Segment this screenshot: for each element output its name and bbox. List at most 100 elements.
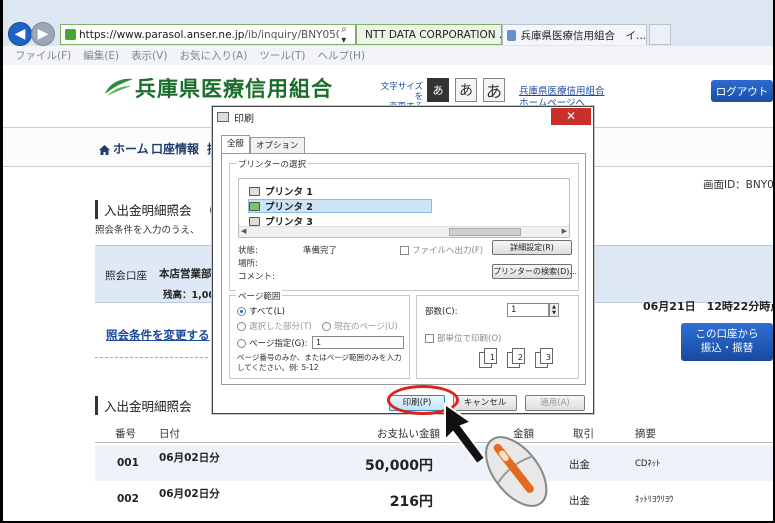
tab-label: 兵庫県医療信用組合 イ... [520, 29, 646, 42]
nav-home[interactable]: ホーム [99, 140, 149, 157]
menu-file[interactable]: ファイル(F) [15, 48, 71, 63]
col-number: 番号 [115, 428, 136, 440]
tab-label: NTT DATA CORPORATION ... ↻ [365, 28, 502, 41]
page-icon: 1 [484, 348, 497, 364]
checkbox-icon [400, 245, 409, 255]
tab-ntt-data[interactable]: NTT DATA CORPORATION ... ↻ [356, 24, 502, 45]
menu-favorites[interactable]: お気に入り(A) [179, 48, 247, 63]
print-to-file-checkbox[interactable]: ファイルへ出力(F) [400, 244, 483, 256]
collate-label: 部単位で印刷(O) [437, 334, 502, 344]
range-all-radio[interactable]: すべて(L) [237, 305, 285, 317]
change-conditions-link[interactable]: 照会条件を変更する [106, 327, 210, 343]
copies-label: 部数(C): [425, 307, 458, 317]
preferences-button[interactable]: 詳細設定(R) [492, 240, 572, 255]
page-title: 入出金明細照会（ [95, 200, 214, 219]
homepage-link-1: 兵庫県医療信用組合 [519, 86, 605, 97]
range-current-label: 現在のページ(U) [334, 322, 398, 332]
account-label: 照会口座 [105, 270, 147, 282]
copies-spinner[interactable]: ▲ ▼ [549, 303, 559, 317]
printer-list[interactable]: プリンタ 1 プリンタ 2 プリンタ 3 ◀ ▶ [238, 178, 570, 238]
transfer-button[interactable]: この口座から 振込・振替 [681, 323, 773, 361]
find-printer-button[interactable]: プリンターの検索(D)... [492, 264, 577, 279]
printer-list-scrollbar[interactable]: ◀ ▶ [239, 226, 569, 237]
printer-name: プリンタ 2 [265, 202, 313, 213]
scroll-left-icon[interactable]: ◀ [241, 227, 246, 235]
row-amount: 216円 [389, 494, 433, 510]
row-memo: ﾈｯﾄﾘﾖｳﾘﾖｳ [635, 495, 674, 505]
printer-icon [217, 112, 229, 122]
row-type: 出金 [569, 459, 590, 471]
row-number: 002 [117, 493, 139, 505]
dialog-title: 印刷 [234, 113, 254, 125]
dialog-body: プリンターの選択 プリンタ 1 プリンタ 2 プリンタ 3 ◀ ▶ 状態: 準備完… [221, 153, 586, 385]
dialog-titlebar[interactable]: 印刷 [213, 107, 593, 127]
printer-select-group: プリンターの選択 プリンタ 1 プリンタ 2 プリンタ 3 ◀ ▶ 状態: 準備完… [229, 158, 579, 291]
new-tab-button[interactable] [649, 24, 671, 45]
tab-hyogo[interactable]: 兵庫県医療信用組合 イ... [502, 24, 647, 45]
menu-bar: ファイル(F) 編集(E) 表示(V) お気に入り(A) ツール(T) ヘルプ(… [3, 46, 773, 65]
page-range-label: ページ範囲 [236, 290, 283, 302]
radio-icon [322, 321, 331, 331]
printer-name: プリンタ 1 [265, 187, 313, 198]
instruction-text: 照会条件を入力のうえ、 [95, 225, 200, 236]
radio-on-icon [237, 306, 246, 316]
nav-account-info[interactable]: 口座情報 [151, 140, 199, 157]
range-selection-radio[interactable]: 選択した部分(T) [237, 320, 312, 332]
divider [95, 357, 208, 358]
font-medium-button[interactable]: あ [455, 78, 477, 102]
as-of-datetime: 06月21日 12時22分時点 [643, 300, 773, 313]
printer-item-1[interactable]: プリンタ 1 [249, 184, 559, 198]
account-branch: 本店営業部 [159, 268, 212, 280]
back-button[interactable]: ◀ [8, 22, 32, 46]
range-selection-label: 選択した部分(T) [249, 322, 312, 332]
search-icon[interactable]: ⌕ ▾ [341, 24, 355, 46]
dialog-tabs: 全般 オプション [221, 135, 305, 153]
status-label: 状態: [238, 246, 258, 256]
logout-button[interactable]: ログアウト [711, 80, 773, 102]
col-memo: 摘要 [635, 428, 656, 440]
copies-group: 部数(C): 1 ▲▼ 部単位で印刷(O) 1 1 2 2 3 3 [416, 295, 579, 379]
checkbox-icon [425, 333, 434, 343]
font-small-button[interactable]: あ [427, 78, 449, 102]
home-icon [99, 144, 110, 155]
dialog-close-button[interactable]: ✕ [551, 108, 591, 125]
forward-button[interactable]: ▶ [31, 22, 55, 46]
menu-help[interactable]: ヘルプ(H) [317, 48, 365, 63]
transfer-button-line1: この口座から [695, 328, 759, 340]
menu-edit[interactable]: 編集(E) [83, 48, 119, 63]
row-type: 出金 [569, 495, 590, 507]
row-date: 06月02日分 [159, 488, 220, 500]
scroll-right-icon[interactable]: ▶ [562, 227, 567, 235]
row-date: 06月02日分 [159, 452, 220, 464]
range-all-label: すべて(L) [249, 307, 285, 317]
location-label: 場所: [238, 259, 258, 269]
radio-icon [237, 338, 246, 348]
collate-checkbox[interactable]: 部単位で印刷(O) [425, 332, 501, 344]
menu-tools[interactable]: ツール(T) [259, 48, 305, 63]
address-bar[interactable]: https://www.parasol.anser.ne.jp/ib/inqui… [60, 24, 356, 46]
font-large-button[interactable]: あ [483, 78, 505, 102]
url-host: https://www.parasol.anser.ne.jp [78, 28, 245, 41]
comment-label: コメント: [238, 272, 275, 282]
range-current-radio[interactable]: 現在のページ(U) [322, 320, 398, 332]
range-pages-radio[interactable]: ページ指定(G): [237, 337, 307, 349]
scroll-thumb[interactable] [449, 228, 521, 236]
collate-pages-icon: 1 1 2 2 3 3 [479, 346, 569, 376]
tab-options[interactable]: オプション [250, 137, 305, 153]
menu-view[interactable]: 表示(V) [131, 48, 167, 63]
nav-home-label: ホーム [113, 142, 149, 156]
pages-input[interactable]: 1 [312, 336, 404, 349]
page-icon: 3 [540, 348, 553, 364]
page-range-note: ページ番号のみか、またはページ範囲のみを入力してください。例: 5-12 [237, 353, 402, 372]
printer-icon [249, 216, 260, 226]
col-type: 取引 [573, 428, 594, 440]
tab-general[interactable]: 全般 [221, 135, 251, 153]
site-logo[interactable]: 兵庫県医療信用組合 [101, 73, 333, 103]
status-value: 準備完了 [303, 246, 338, 256]
address-url: https://www.parasol.anser.ne.jp/ib/inqui… [79, 29, 339, 41]
print-dialog: 印刷 ✕ 全般 オプション プリンターの選択 プリンタ 1 プリンタ 2 プリン… [212, 106, 594, 414]
row-number: 001 [117, 457, 139, 469]
copies-input[interactable]: 1 [507, 303, 549, 317]
col-date: 日付 [159, 428, 180, 440]
printer-item-2[interactable]: プリンタ 2 [248, 199, 432, 213]
